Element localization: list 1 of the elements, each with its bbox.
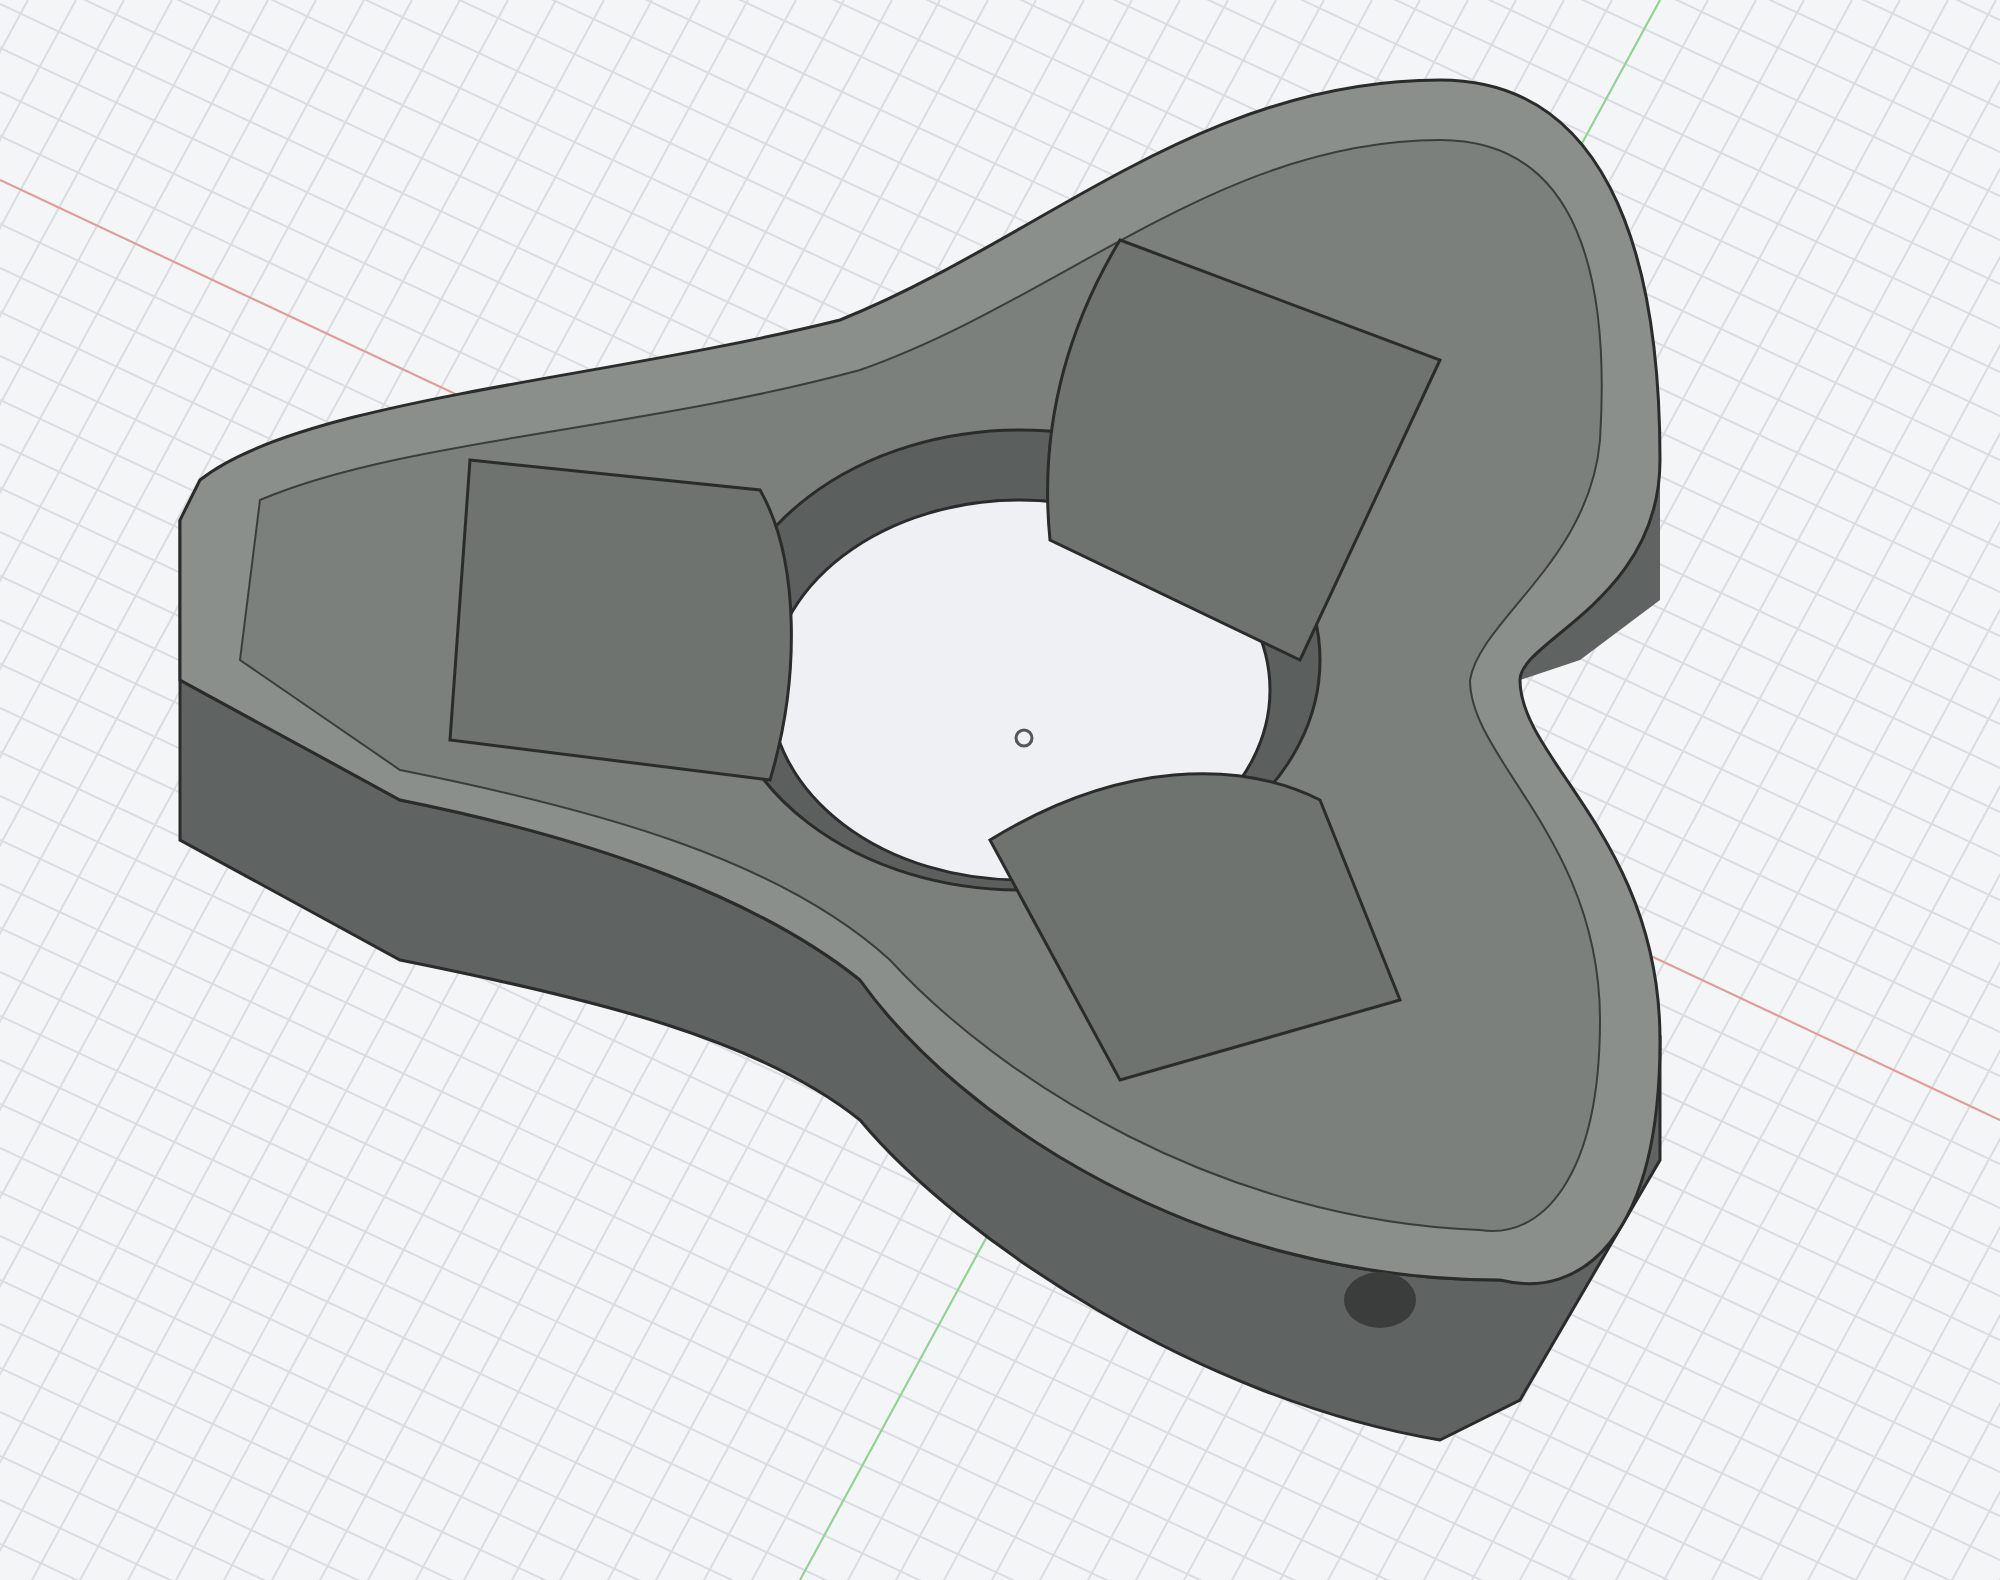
origin-icon	[1014, 728, 1034, 748]
